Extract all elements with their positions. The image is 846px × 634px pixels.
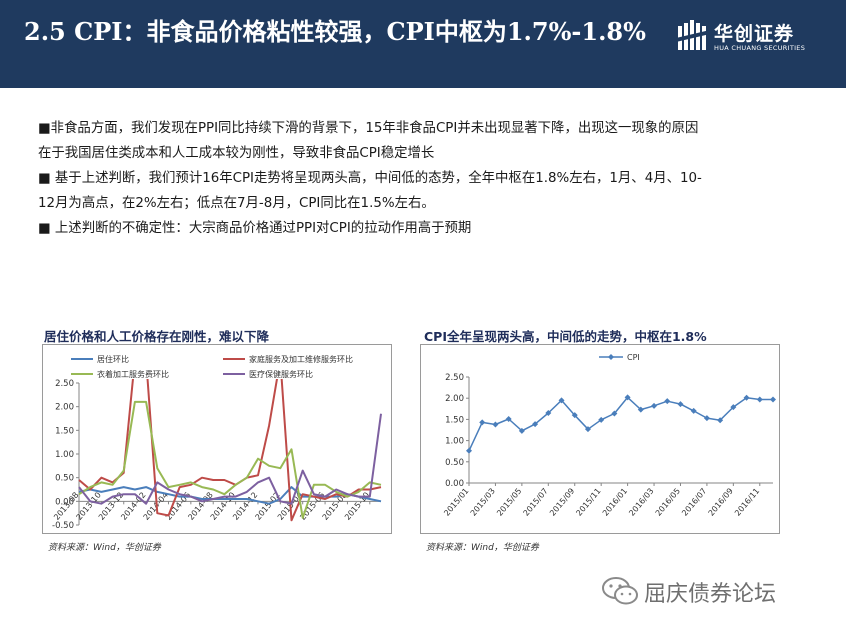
data-point	[690, 407, 697, 414]
left-chart: -0.500.000.501.001.502.002.502013-082013…	[52, 354, 382, 531]
watermark-text: 屈庆债券论坛	[644, 582, 777, 607]
x-tick-label: 2015/01	[442, 487, 470, 518]
data-point	[466, 447, 472, 454]
x-tick-label: 2015/05	[495, 487, 523, 518]
y-tick-label: 0.50	[55, 474, 74, 484]
y-tick-label: -0.50	[52, 521, 74, 531]
bullet-line: ■非食品方面，我们发现在PPI同比持续下滑的背景下，15年非食品CPI并未出现显…	[38, 121, 699, 136]
y-tick-label: 1.50	[445, 415, 464, 425]
data-point	[677, 401, 684, 408]
wechat-watermark: 屈庆债券论坛	[600, 574, 776, 608]
bullet-line: ■ 基于上述判断，我们预计16年CPI走势将呈现两头高，中间低的态势，全年中枢在…	[38, 171, 702, 186]
wechat-icon	[602, 577, 638, 605]
data-point	[756, 396, 763, 403]
legend-label: 家庭服务及加工维修服务环比	[249, 354, 353, 364]
x-tick-label: 2016/07	[680, 487, 708, 518]
bullet-line: ■ 上述判断的不确定性：大宗商品价格通过PPI对CPI的拉动作用高于预期	[38, 221, 472, 236]
logo-text-cn: 华创证券	[714, 23, 795, 45]
y-tick-label: 0.00	[445, 479, 464, 489]
data-point	[651, 402, 658, 409]
x-tick-label: 2016/05	[654, 487, 682, 518]
x-tick-label: 2015/09	[548, 487, 576, 518]
x-tick-label: 2016/09	[707, 487, 735, 518]
legend-label: 居住环比	[97, 354, 129, 364]
right-chart: 0.000.501.001.502.002.502015/012015/0320…	[442, 353, 776, 518]
logo-mark-icon	[676, 20, 710, 50]
y-tick-label: 2.00	[445, 394, 464, 404]
x-tick-label: 2015/11	[574, 487, 602, 518]
series-line	[468, 396, 773, 452]
left-chart-title: 居住价格和人工价格存在刚性，难以下降	[44, 329, 270, 344]
bullet-line: 在于我国居住类成本和人工成本较为刚性，导致非食品CPI稳定增长	[38, 146, 435, 161]
y-tick-label: 1.00	[445, 437, 464, 447]
x-tick-label: 2015/07	[522, 487, 550, 518]
y-tick-label: 1.00	[55, 450, 74, 460]
legend-label: 医疗保健服务环比	[249, 369, 313, 379]
y-tick-label: 2.00	[55, 403, 74, 413]
company-logo: 华创证券 HUA CHUANG SECURITIES	[676, 18, 826, 58]
slide-title: 2.5 CPI：非食品价格粘性较强，CPI中枢为1.7%-1.8%	[24, 17, 646, 46]
data-point	[479, 419, 486, 426]
data-point	[703, 415, 710, 422]
legend-label: 衣着加工服务费环比	[97, 369, 169, 379]
x-tick-label: 2015/03	[469, 487, 497, 518]
x-tick-label: 2016/03	[627, 487, 655, 518]
right-chart-source: 资料来源：Wind，华创证券	[426, 543, 539, 553]
right-chart-frame: 0.00 0.50 1.00 1.50 2.00 2.50 2015/01 2015/03 20…	[420, 344, 780, 534]
y-tick-label: 1.50	[55, 426, 74, 436]
right-chart-title: CPI全年呈现两头高，中间低的走势，中枢在1.8%	[424, 329, 707, 344]
x-tick-label: 2016/01	[601, 487, 629, 518]
legend-marker	[608, 354, 614, 360]
bullet-list: ■非食品方面，我们发现在PPI同比持续下滑的背景下，15年非食品CPI并未出现显…	[38, 116, 818, 241]
logo-text-en: HUA CHUANG SECURITIES	[714, 44, 806, 52]
left-chart-source: 资料来源：Wind，华创证券	[48, 543, 161, 553]
left-chart-frame: -0.50 0.00 0.50 1.00 1.50 2.00 2.50 2013-08 2013…	[42, 344, 392, 534]
x-tick-label: 2016/11	[733, 487, 761, 518]
y-tick-label: 0.50	[445, 458, 464, 468]
header-bar: 2.5 CPI：非食品价格粘性较强，CPI中枢为1.7%-1.8% 华创证券 H…	[0, 0, 846, 88]
y-tick-label: 2.50	[445, 373, 464, 383]
legend-label: CPI	[627, 353, 640, 362]
data-point	[664, 398, 671, 405]
y-tick-label: 2.50	[55, 379, 74, 389]
bullet-line: 12月为高点，在2%左右；低点在7月-8月，CPI同比在1.5%左右。	[38, 196, 435, 211]
data-point	[492, 421, 499, 428]
data-point	[770, 396, 776, 403]
